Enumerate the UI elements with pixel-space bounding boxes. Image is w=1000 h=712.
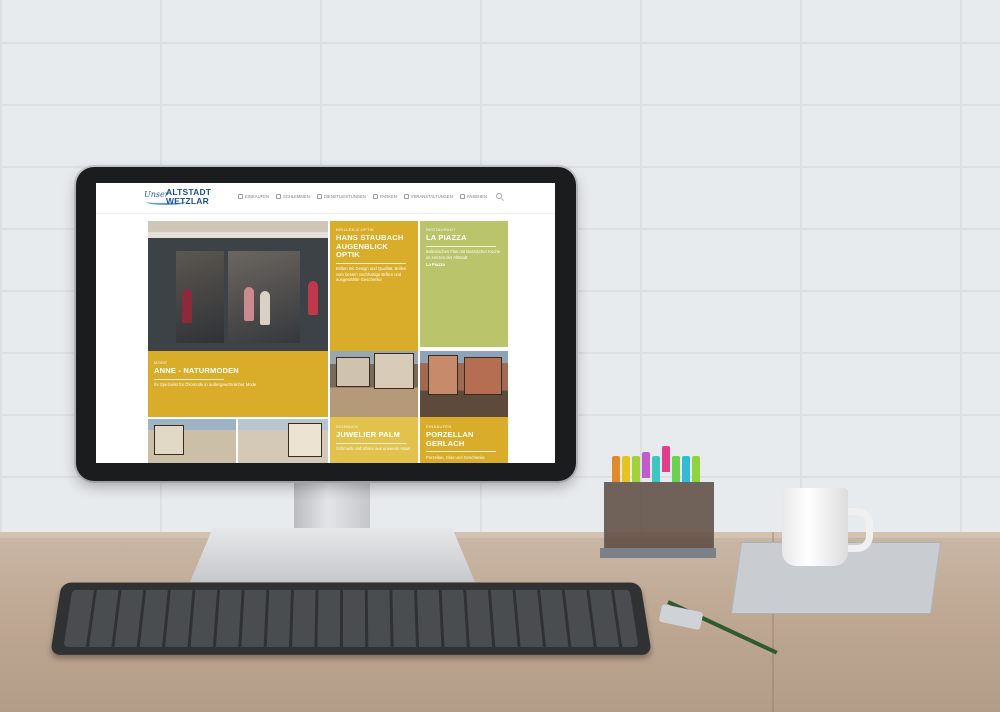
tile-category: BRILLEN & OPTIK <box>336 227 375 232</box>
tile-anne[interactable]: MODE ANNE - NATURMODEN Ihr Spezialist fü… <box>148 351 328 417</box>
keyboard <box>50 582 652 655</box>
tile-staubach[interactable]: BRILLEN & OPTIK HANS STAUBACH AUGENBLICK… <box>330 221 418 351</box>
tile-title: ANNE - NATURMODEN <box>154 366 239 375</box>
tile-description: Porzellan, Glas und Geschenke <box>426 454 485 460</box>
marker-green-2 <box>692 456 700 482</box>
tile-title: JUWELIER PALM <box>336 430 401 439</box>
search-icon[interactable] <box>496 193 502 199</box>
shopping-bag-icon <box>238 194 243 199</box>
divider <box>154 378 224 380</box>
tile-palm-photo[interactable] <box>330 351 418 417</box>
marker-green <box>632 456 640 482</box>
services-icon <box>316 194 322 199</box>
tile-link[interactable]: La Piazza <box>426 262 502 267</box>
nav-ansehen[interactable]: ANSEHEN <box>459 194 487 199</box>
nav-schlemmen[interactable]: SCHLEMMEN <box>275 194 310 199</box>
divider <box>426 245 496 247</box>
main-nav: EINKAUFEN SCHLEMMEN DIENSTLEISTUNGEN PAR… <box>238 194 487 199</box>
pen-holder <box>604 482 714 554</box>
marker-yellow <box>622 456 630 482</box>
tile-category: EINKAUFEN <box>426 424 452 429</box>
nav-parken[interactable]: PARKEN <box>372 194 397 199</box>
tile-category: RESTAURANT <box>426 227 456 232</box>
tile-gerlach-photo[interactable] <box>420 351 508 417</box>
site-logo[interactable]: Unser ALTSTADT WETZLAR <box>144 188 214 208</box>
logo-script: Unser <box>144 190 169 199</box>
marker-cyan <box>652 456 660 482</box>
monitor-stand-base <box>190 528 475 582</box>
tile-description: Italienisches Flair mit klassischer Küch… <box>426 249 501 260</box>
monitor-screen: Unser ALTSTADT WETZLAR EINKAUFEN SCHLEMM… <box>96 183 555 463</box>
tile-description: Brillen mit Design und Qualität, Brillen… <box>336 266 407 283</box>
parking-icon <box>372 194 378 199</box>
tile-anne-photo[interactable] <box>148 221 328 351</box>
pen-holder-base <box>600 548 716 558</box>
tile-description: Ihr Spezialist für Ökomode in außergewöh… <box>154 382 257 388</box>
tile-street-photo-2[interactable] <box>238 419 328 463</box>
marker-blue <box>682 456 690 482</box>
coffee-mug <box>782 488 848 566</box>
keyboard-keys <box>63 589 639 647</box>
nav-einkaufen[interactable]: EINKAUFEN <box>238 194 269 199</box>
tile-description: Schmuck und Uhren aus unserem Haus <box>336 446 411 452</box>
tile-title: PORZELLAN GERLACH <box>426 430 474 448</box>
logo-wordmark: ALTSTADT WETZLAR <box>166 187 212 206</box>
tile-street-photo-1[interactable] <box>148 419 236 463</box>
tile-category: MODE <box>154 360 168 365</box>
divider <box>336 262 406 264</box>
tile-category: SCHMUCK <box>336 424 359 429</box>
divider <box>426 451 496 452</box>
tile-title: HANS STAUBACH AUGENBLICK OPTIK <box>336 233 404 259</box>
marker-purple <box>642 452 650 478</box>
tile-title: LA PIAZZA <box>426 233 467 242</box>
marker-pink <box>662 446 670 472</box>
marker-lime <box>672 456 680 482</box>
site-header: Unser ALTSTADT WETZLAR EINKAUFEN SCHLEMM… <box>96 183 555 214</box>
tile-piazza[interactable]: RESTAURANT LA PIAZZA Italienisches Flair… <box>420 221 508 347</box>
tile-palm[interactable]: SCHMUCK JUWELIER PALM Schmuck und Uhren … <box>330 417 418 463</box>
sightseeing-icon <box>459 194 465 199</box>
nav-veranstaltungen[interactable]: VERANSTALTUNGEN <box>403 194 453 199</box>
nav-dienstleistungen[interactable]: DIENSTLEISTUNGEN <box>316 194 366 199</box>
restaurant-icon <box>275 194 281 199</box>
marker-orange <box>612 456 620 482</box>
divider <box>336 442 406 444</box>
events-icon <box>403 194 409 199</box>
tile-gerlach[interactable]: EINKAUFEN PORZELLAN GERLACH Porzellan, G… <box>420 417 508 463</box>
